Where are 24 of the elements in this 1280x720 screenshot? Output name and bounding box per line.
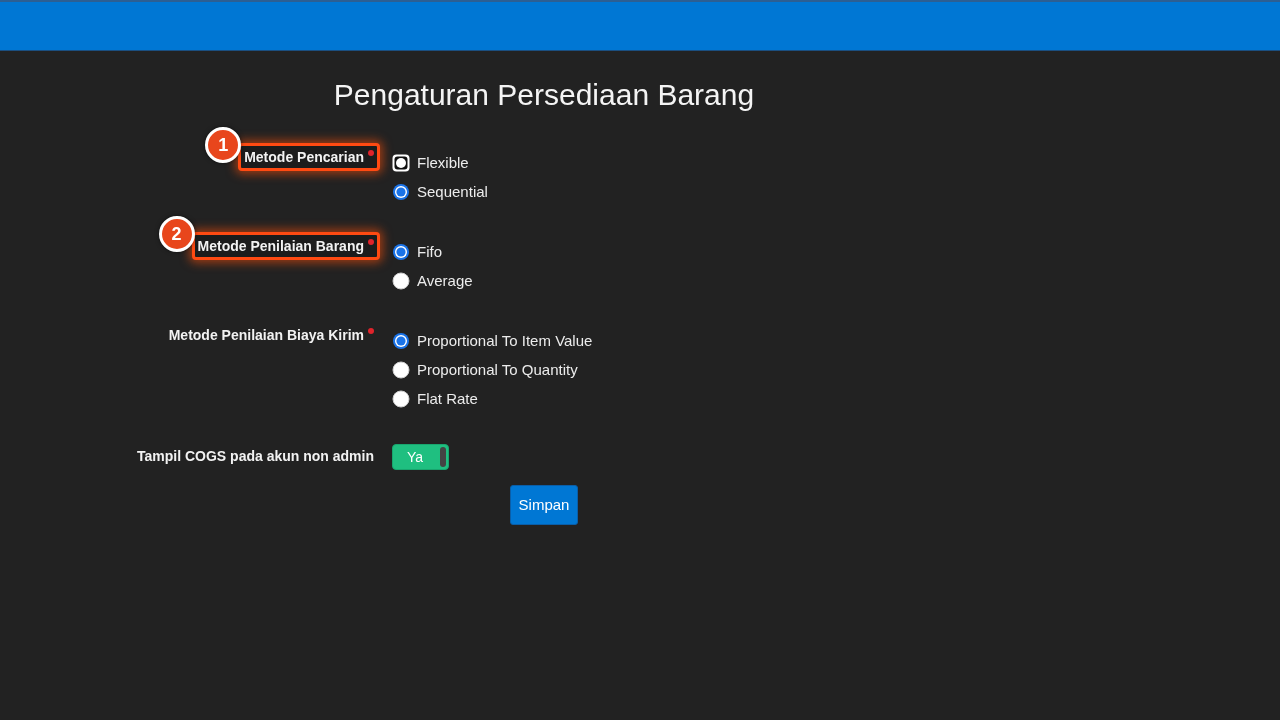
field-label: Tampil COGS pada akun non admin	[137, 446, 374, 465]
radio-label: Proportional To Quantity	[417, 360, 578, 379]
radio-label: Proportional To Item Value	[417, 331, 593, 350]
save-button[interactable]: Simpan	[510, 485, 578, 525]
annotation-number: 1	[205, 127, 242, 163]
radio-label: Average	[417, 271, 473, 290]
field-label: Metode Penilaian Biaya Kirim	[168, 326, 364, 344]
radio-button[interactable]	[392, 331, 410, 350]
page-title: Pengaturan Persediaan Barang	[333, 77, 755, 113]
toggle-switch[interactable]: Ya	[392, 444, 449, 470]
field-label: Metode Penilaian Barang	[197, 237, 364, 255]
switch-knob-icon	[440, 447, 446, 467]
radio-button[interactable]	[392, 271, 410, 290]
radio-label: Flexible	[417, 153, 469, 172]
radio-label: Flat Rate	[417, 389, 478, 408]
radio-label: Fifo	[417, 242, 442, 261]
radio-label: Sequential	[417, 182, 488, 201]
radio-button[interactable]	[392, 360, 410, 379]
radio-button[interactable]	[392, 389, 410, 408]
radio-button[interactable]	[392, 182, 410, 201]
field-label: Metode Pencarian	[244, 148, 364, 166]
annotation-number: 2	[158, 216, 195, 252]
radio-button[interactable]	[392, 153, 410, 172]
radio-button[interactable]	[392, 242, 410, 261]
